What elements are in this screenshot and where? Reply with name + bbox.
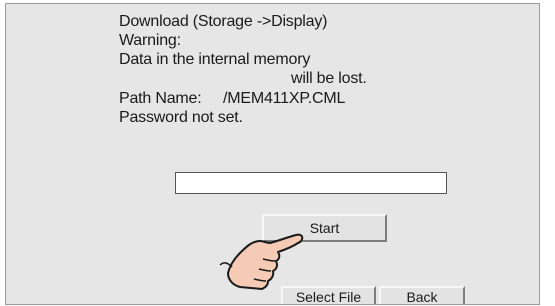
- select-file-button[interactable]: Select File: [281, 286, 376, 304]
- warning-text-line2: will be lost.: [291, 70, 367, 87]
- progress-bar: [175, 172, 447, 194]
- download-screen: Download (Storage ->Display) Warning: Da…: [5, 3, 540, 305]
- warning-text-line1: Data in the internal memory: [119, 51, 311, 68]
- warning-label: Warning:: [119, 32, 181, 49]
- screen-title: Download (Storage ->Display): [119, 13, 328, 30]
- pointing-hand-icon: [219, 233, 304, 290]
- password-status: Password not set.: [119, 109, 243, 126]
- back-button[interactable]: Back: [379, 286, 465, 304]
- path-name-value: /MEM411XP.CML: [223, 90, 346, 107]
- path-name-label: Path Name:: [119, 90, 202, 107]
